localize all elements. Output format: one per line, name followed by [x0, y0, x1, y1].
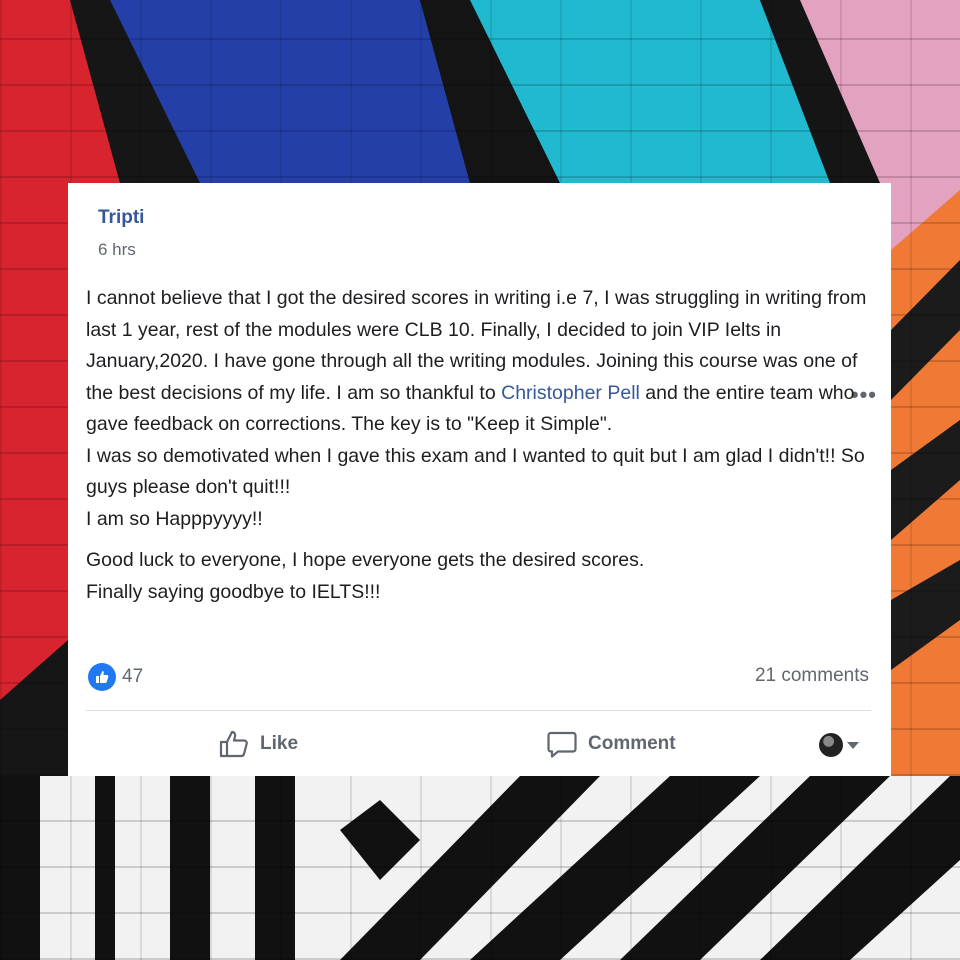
- share-audience-menu[interactable]: [819, 733, 859, 757]
- post-paragraph: Good luck to everyone, I hope everyone g…: [86, 549, 645, 571]
- comment-button-label: Comment: [588, 733, 676, 754]
- like-button[interactable]: Like: [218, 728, 298, 760]
- avatar-icon: [819, 733, 843, 757]
- reactions-summary[interactable]: 47: [88, 663, 143, 691]
- chevron-down-icon: [847, 741, 859, 749]
- like-reaction-icon: [88, 663, 116, 691]
- post-author-name[interactable]: Tripti: [98, 207, 144, 229]
- post-paragraph: Finally saying goodbye to IELTS!!!: [86, 580, 381, 603]
- mention-link[interactable]: Christopher Pell: [501, 382, 640, 404]
- like-button-label: Like: [260, 733, 299, 754]
- post-body: I cannot believe that I got the desired …: [86, 283, 876, 608]
- reaction-count: 47: [122, 666, 144, 687]
- post-paragraph: I was so demotivated when I gave this ex…: [86, 444, 865, 499]
- divider: [86, 710, 871, 711]
- post-paragraph: I am so Happpyyyy!!: [86, 507, 263, 530]
- post-paragraph: I cannot believe that I got the desired …: [86, 283, 876, 441]
- post-timestamp[interactable]: 6 hrs: [98, 240, 136, 260]
- thumbs-up-icon: [219, 730, 248, 758]
- comment-button[interactable]: Comment: [546, 728, 676, 760]
- comment-bubble-icon: [547, 731, 577, 758]
- comments-count-link[interactable]: 21 comments: [755, 665, 869, 687]
- post-card: ••• I cannot believe that I got the desi…: [68, 183, 891, 776]
